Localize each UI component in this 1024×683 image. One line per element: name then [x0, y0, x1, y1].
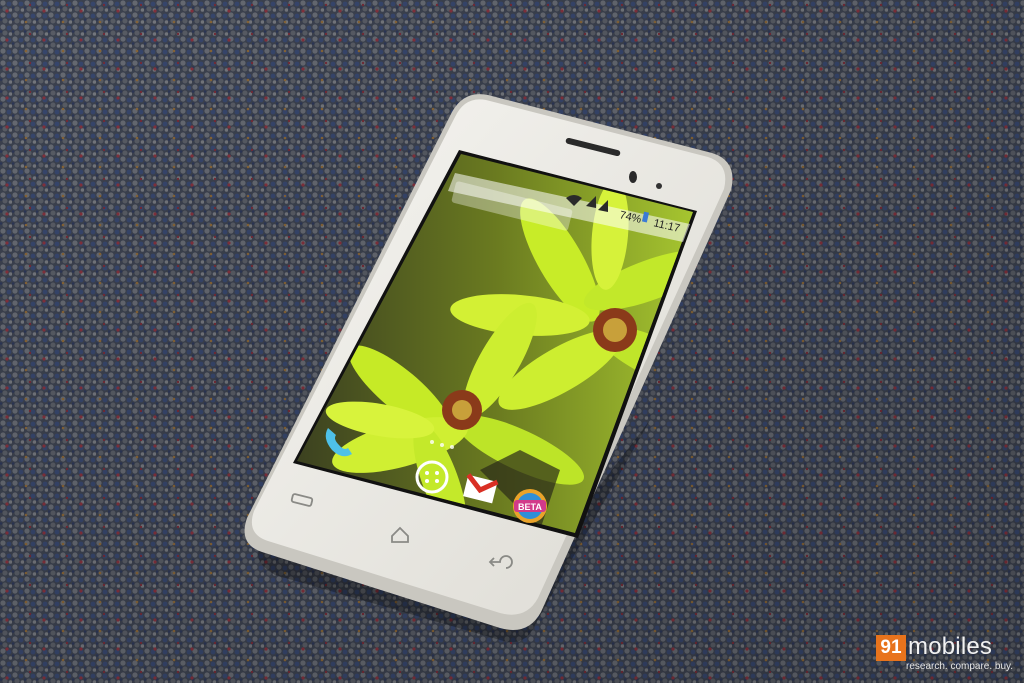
watermark-logo: 91 mobiles research. compare. buy. — [876, 633, 1014, 675]
watermark-word: mobiles — [908, 633, 993, 660]
browser-beta-icon[interactable]: BETA — [513, 489, 547, 523]
watermark-number: 91 — [876, 635, 906, 661]
photo-scene: 74% 11:17 BETA — [0, 0, 1024, 683]
front-camera — [656, 183, 662, 189]
beta-badge: BETA — [518, 502, 542, 512]
proximity-sensor — [629, 171, 637, 183]
watermark-tagline: research. compare. buy. — [906, 661, 1014, 672]
